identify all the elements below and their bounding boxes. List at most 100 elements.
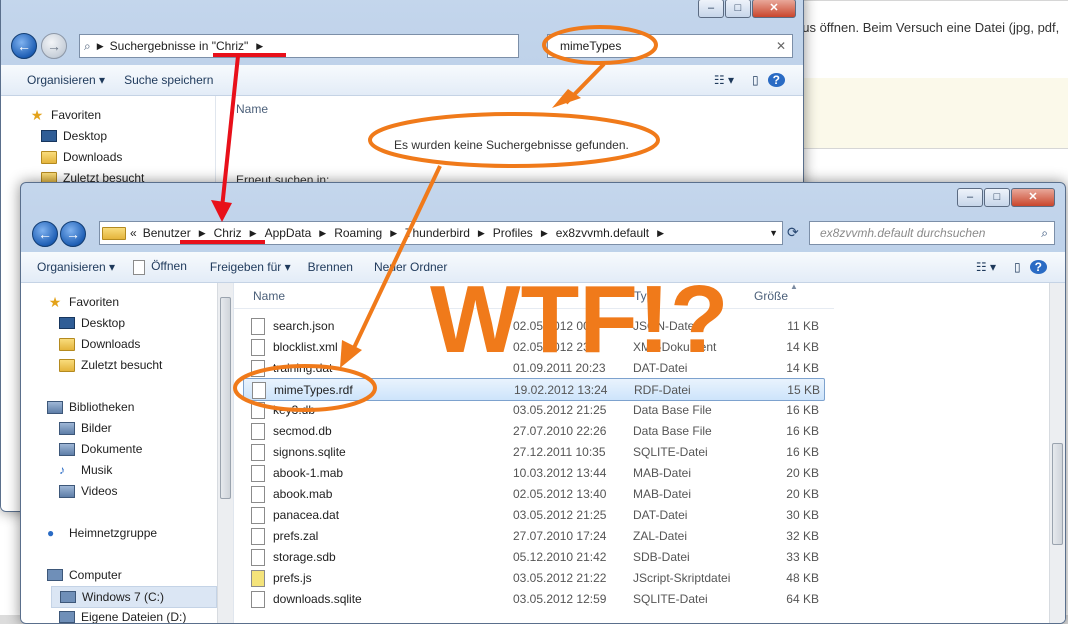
breadcrumb-chevron-icon: ▶ bbox=[256, 40, 264, 51]
nav-homegroup[interactable]: ● Heimnetzgruppe bbox=[47, 523, 157, 543]
file-row[interactable]: search.json 02.05.2012 00:1 JSON-Datei 11 K… bbox=[243, 315, 823, 336]
preview-pane-icon[interactable]: ▯ bbox=[1005, 260, 1030, 274]
maximize-button[interactable]: □ bbox=[725, 0, 751, 18]
close-button[interactable]: ✕ bbox=[1011, 188, 1055, 207]
nav-libraries[interactable]: Bibliotheken bbox=[47, 397, 134, 417]
library-icon bbox=[47, 400, 63, 414]
help-icon[interactable]: ? bbox=[767, 73, 785, 87]
file-rows: search.json 02.05.2012 00:1 JSON-Datei 11 K… bbox=[243, 312, 843, 623]
file-list-pane: Name Typ Größe ▲ search.json 02.05.2012 0… bbox=[234, 282, 1065, 623]
back-button[interactable]: ← bbox=[32, 221, 58, 247]
folder-search-input[interactable]: ex8zvvmh.default durchsuchen ⌕ bbox=[809, 221, 1055, 245]
nav-documents[interactable]: Dokumente bbox=[59, 439, 142, 459]
nav-music[interactable]: ♪ Musik bbox=[59, 460, 112, 480]
file-row[interactable]: abook-1.mab 10.03.2012 13:44 MAB-Datei 20 K… bbox=[243, 462, 823, 483]
breadcrumb-appdata[interactable]: AppData bbox=[261, 226, 316, 240]
breadcrumb-profiles[interactable]: Profiles bbox=[489, 226, 537, 240]
preview-pane-icon[interactable]: ▯ bbox=[743, 73, 768, 87]
back-button[interactable]: ← bbox=[11, 33, 37, 59]
folder-icon bbox=[59, 337, 75, 351]
file-row[interactable]: secmod.db 27.07.2010 22:26 Data Base File 1… bbox=[243, 420, 823, 441]
breadcrumb-search-results[interactable]: Suchergebnisse in "Chriz" bbox=[106, 39, 253, 53]
burn-button[interactable]: Brennen bbox=[300, 260, 362, 274]
file-icon bbox=[251, 402, 265, 419]
file-icon bbox=[251, 444, 265, 461]
view-options-icon[interactable]: ☷ ▾ bbox=[705, 73, 743, 87]
file-row[interactable]: prefs.js 03.05.2012 21:22 JScript-Skriptda… bbox=[243, 567, 823, 588]
open-button[interactable]: Öffnen bbox=[124, 259, 196, 275]
minimize-button[interactable]: – bbox=[957, 188, 983, 207]
folder-icon bbox=[59, 358, 75, 372]
organize-button[interactable]: Organisieren ▾ bbox=[21, 260, 124, 274]
nav-computer[interactable]: Computer bbox=[47, 565, 122, 585]
new-folder-button[interactable]: Neuer Ordner bbox=[362, 260, 456, 274]
nav-desktop[interactable]: Desktop bbox=[59, 313, 125, 333]
breadcrumb-benutzer[interactable]: Benutzer bbox=[139, 226, 195, 240]
breadcrumb-thunderbird[interactable]: Thunderbird bbox=[401, 226, 474, 240]
file-row[interactable]: key3.db 03.05.2012 21:25 Data Base File 16 … bbox=[243, 399, 823, 420]
column-header-size[interactable]: Größe bbox=[754, 289, 788, 303]
nav-favorites[interactable]: ★ Favoriten bbox=[47, 292, 119, 312]
address-bar[interactable]: « Benutzer ▶ Chriz ▶ AppData ▶ Roaming ▶ Thu… bbox=[99, 221, 783, 245]
breadcrumb-roaming[interactable]: Roaming bbox=[330, 226, 386, 240]
file-row[interactable]: downloads.sqlite 03.05.2012 12:59 SQLITE-D… bbox=[243, 588, 823, 609]
nav-videos[interactable]: Videos bbox=[59, 481, 117, 501]
address-bar[interactable]: ⌕ ▶ Suchergebnisse in "Chriz" ▶ bbox=[79, 34, 519, 58]
star-icon: ★ bbox=[30, 107, 44, 123]
minimize-button[interactable]: – bbox=[698, 0, 724, 18]
help-icon[interactable]: ? bbox=[1029, 260, 1047, 274]
file-icon bbox=[251, 591, 265, 608]
share-button[interactable]: Freigeben für ▾ bbox=[196, 260, 300, 274]
nav-downloads[interactable]: Downloads bbox=[59, 334, 140, 354]
file-icon bbox=[251, 360, 265, 377]
address-dropdown-icon[interactable]: ▼ bbox=[765, 228, 782, 238]
file-icon bbox=[251, 507, 265, 524]
nav-scrollbar[interactable] bbox=[217, 283, 233, 623]
sort-ascending-icon: ▲ bbox=[790, 282, 798, 291]
file-row[interactable]: panacea.dat 03.05.2012 21:25 DAT-Datei 30 K… bbox=[243, 504, 823, 525]
search-icon[interactable]: ⌕ bbox=[1041, 226, 1054, 241]
explorer-toolbar: Organisieren ▾ Öffnen Freigeben für ▾ Br… bbox=[21, 252, 1065, 283]
breadcrumb-overflow[interactable]: « bbox=[128, 226, 139, 240]
view-options-icon[interactable]: ☷ ▾ bbox=[967, 260, 1005, 274]
search-value: mimeTypes bbox=[560, 39, 622, 53]
column-header-type[interactable]: Typ bbox=[634, 289, 653, 303]
forward-button[interactable]: → bbox=[60, 221, 86, 247]
file-icon bbox=[133, 259, 146, 275]
forward-button[interactable]: → bbox=[41, 33, 67, 59]
nav-downloads[interactable]: Downloads bbox=[41, 147, 122, 167]
nav-drive-c[interactable]: Windows 7 (C:) bbox=[51, 586, 217, 608]
no-results-message: Es wurden keine Suchergebnisse gefunden. bbox=[394, 138, 629, 152]
file-row[interactable]: signons.sqlite 27.12.2011 10:35 SQLITE-Dat… bbox=[243, 441, 823, 462]
nav-favorites[interactable]: ★ Favoriten bbox=[29, 105, 101, 125]
folder-icon bbox=[100, 226, 128, 241]
file-row[interactable]: training.dat 01.09.2011 20:23 DAT-Datei 14 … bbox=[243, 357, 823, 378]
close-button[interactable]: ✕ bbox=[752, 0, 796, 18]
file-list-scrollbar[interactable] bbox=[1049, 283, 1065, 623]
column-header-name[interactable]: Name bbox=[236, 102, 268, 116]
save-search-button[interactable]: Suche speichern bbox=[114, 73, 222, 87]
file-row[interactable]: prefs.zal 27.07.2010 17:24 ZAL-Datei 32 KB bbox=[243, 525, 823, 546]
drive-icon bbox=[59, 611, 75, 623]
breadcrumb-profile-folder[interactable]: ex8zvvmh.default bbox=[552, 226, 653, 240]
column-header-name[interactable]: Name bbox=[253, 289, 285, 303]
organize-button[interactable]: Organisieren ▾ bbox=[1, 73, 114, 87]
nav-recent[interactable]: Zuletzt besucht bbox=[59, 355, 162, 375]
file-row-selected[interactable]: mimeTypes.rdf 19.02.2012 13:24 RDF-Datei 15… bbox=[243, 378, 825, 401]
file-icon bbox=[251, 486, 265, 503]
file-row[interactable]: storage.sdb 05.12.2010 21:42 SDB-Datei 33 K… bbox=[243, 546, 823, 567]
nav-drive-d[interactable]: Eigene Dateien (D:) bbox=[59, 607, 186, 623]
nav-scroll-thumb[interactable] bbox=[220, 297, 231, 499]
file-list-scroll-thumb[interactable] bbox=[1052, 443, 1063, 545]
column-header-divider bbox=[234, 308, 834, 309]
file-row[interactable]: blocklist.xml 02.05.2012 23:2 XML-Dokument… bbox=[243, 336, 823, 357]
clear-search-icon[interactable]: ✕ bbox=[776, 39, 792, 53]
maximize-button[interactable]: □ bbox=[984, 188, 1010, 207]
nav-pictures[interactable]: Bilder bbox=[59, 418, 112, 438]
drive-icon bbox=[60, 591, 76, 603]
nav-desktop[interactable]: Desktop bbox=[41, 126, 107, 146]
file-row[interactable]: abook.mab 02.05.2012 13:40 MAB-Datei 20 KB bbox=[243, 483, 823, 504]
search-input[interactable]: mimeTypes ✕ bbox=[547, 34, 793, 58]
breadcrumb-chriz[interactable]: Chriz bbox=[210, 226, 246, 240]
refresh-icon[interactable]: ⟳ bbox=[787, 224, 799, 241]
